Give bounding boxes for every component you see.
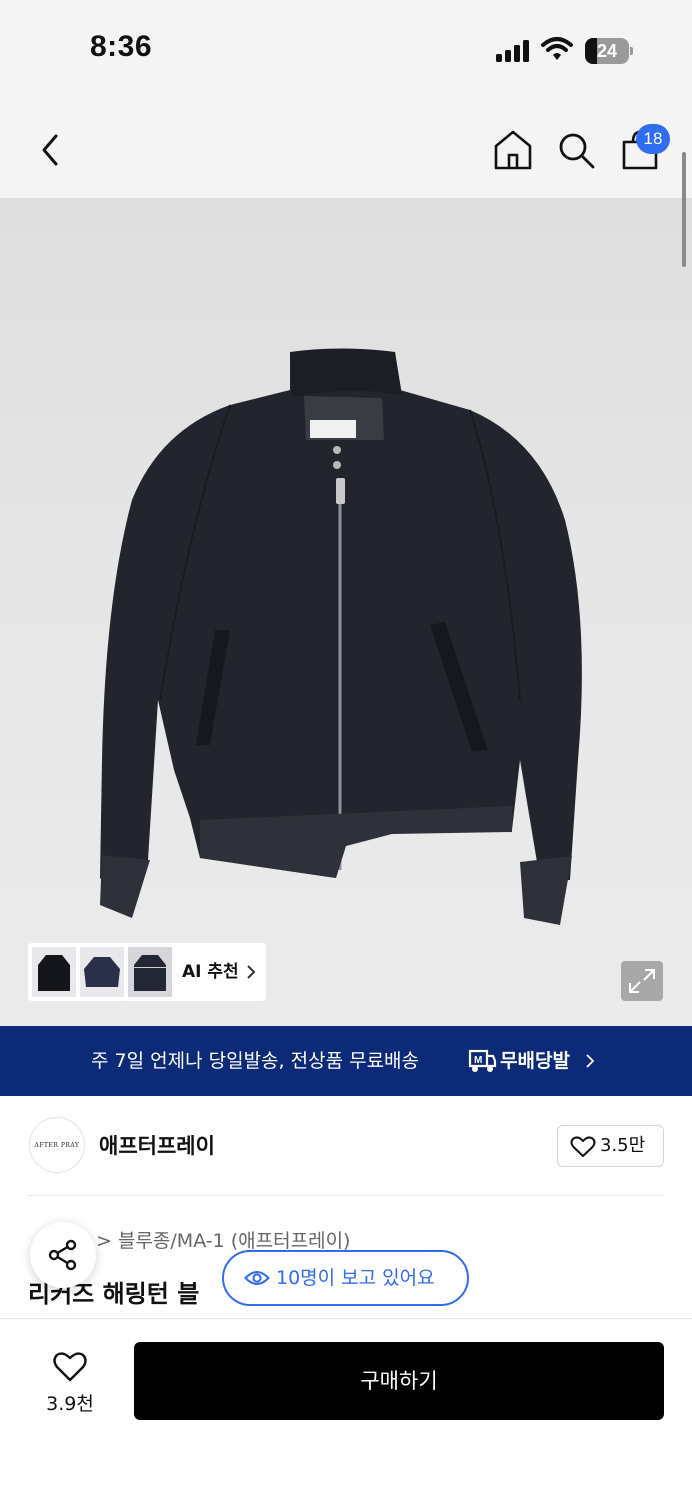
search-icon[interactable] — [556, 130, 596, 170]
heart-icon — [570, 1136, 596, 1157]
eye-icon — [244, 1271, 270, 1285]
shipping-text: 주 7일 언제나 당일발송, 전상품 무료배송 — [91, 1050, 420, 1072]
home-icon[interactable] — [492, 128, 534, 172]
thumbnail-1[interactable] — [32, 947, 76, 997]
bottom-action-bar: 3.9천 구매하기 — [0, 1318, 692, 1500]
wifi-icon — [541, 37, 573, 60]
battery-level: 24 — [596, 41, 618, 61]
share-icon — [48, 1239, 77, 1271]
chevron-right-icon — [586, 1054, 595, 1068]
shipping-banner[interactable]: 주 7일 언제나 당일발송, 전상품 무료배송 M 무배당발 — [0, 1026, 692, 1096]
status-time: 8:36 — [90, 30, 153, 63]
viewers-count-pill: 10명이 보고 있어요 — [222, 1250, 469, 1306]
battery-icon: 24 — [585, 38, 633, 64]
heart-icon — [53, 1352, 87, 1382]
thumbnail-3[interactable] — [128, 947, 172, 997]
expand-image-button[interactable] — [621, 961, 663, 1001]
status-bar: 8:36 24 — [0, 0, 692, 100]
product-like-count: 3.9천 — [46, 1393, 94, 1415]
brand-like-count: 3.5만 — [600, 1135, 646, 1156]
svg-text:M: M — [474, 1055, 482, 1066]
brand-logo[interactable]: AFTER PRAY — [29, 1117, 85, 1173]
share-button[interactable] — [30, 1222, 96, 1288]
back-icon[interactable] — [34, 130, 68, 170]
thumbnail-2[interactable] — [80, 947, 124, 997]
thumbnail-strip: AI 추천 — [28, 943, 266, 1001]
product-like-button[interactable]: 3.9천 — [30, 1345, 110, 1425]
top-nav — [0, 100, 692, 198]
expand-icon — [629, 969, 655, 993]
product-image-gallery[interactable] — [0, 198, 692, 1026]
chevron-right-icon — [247, 965, 256, 979]
breadcrumb-text[interactable]: > 블루종/MA-1 (애프터프레이) — [96, 1230, 350, 1252]
delivery-truck-icon: M — [468, 1049, 497, 1072]
jacket-image — [100, 348, 582, 925]
buy-button[interactable]: 구매하기 — [134, 1342, 664, 1420]
viewers-text: 10명이 보고 있어요 — [276, 1267, 435, 1289]
divider — [28, 1195, 664, 1196]
signal-icon — [496, 40, 529, 62]
shipping-logo-label: 무배당발 — [500, 1050, 570, 1072]
scrollbar[interactable] — [682, 152, 686, 267]
cart-count-badge: 18 — [636, 124, 670, 154]
brand-name[interactable]: 애프터프레이 — [99, 1130, 215, 1160]
brand-like-button[interactable]: 3.5만 — [557, 1125, 664, 1167]
ai-recommend-link[interactable]: AI 추천 — [182, 943, 239, 1001]
